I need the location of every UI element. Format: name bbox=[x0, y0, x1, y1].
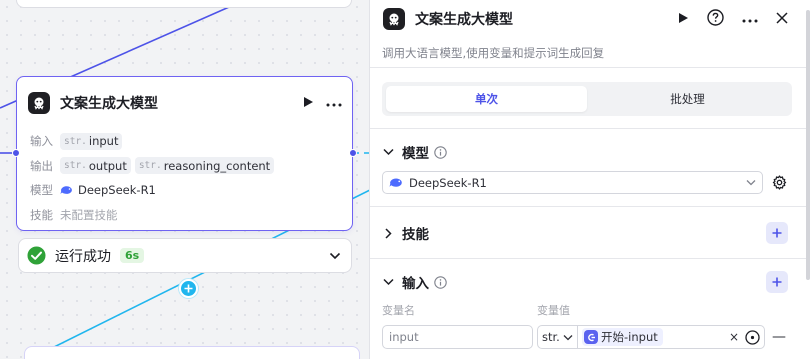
clear-icon[interactable]: × bbox=[729, 330, 739, 344]
run-status-bar[interactable]: 运行成功 6s bbox=[18, 238, 352, 273]
info-icon[interactable] bbox=[434, 275, 447, 289]
ref-node-name: 开始 bbox=[601, 330, 624, 344]
llm-node-icon bbox=[28, 92, 50, 114]
output-label: 输出 bbox=[30, 158, 53, 173]
llm-node-icon bbox=[383, 8, 405, 30]
close-icon[interactable] bbox=[776, 11, 788, 27]
deepseek-whale-icon bbox=[60, 186, 72, 195]
run-node-icon[interactable] bbox=[303, 96, 314, 111]
tab-batch[interactable]: 批处理 bbox=[587, 86, 788, 112]
node-title: 文案生成大模型 bbox=[60, 96, 158, 112]
variable-reference-chip[interactable]: 开始 - input bbox=[582, 328, 663, 346]
model-section-header[interactable]: 模型 bbox=[383, 140, 788, 164]
duration-badge: 6s bbox=[120, 248, 145, 263]
help-icon[interactable] bbox=[707, 9, 724, 29]
chevron-down-icon[interactable] bbox=[329, 252, 341, 260]
input-label: 输入 bbox=[30, 134, 53, 149]
node-input-row: 输入 str. input bbox=[30, 129, 342, 154]
variable-type-select[interactable]: str. bbox=[537, 325, 578, 349]
output-param-tag: str. output bbox=[60, 157, 131, 175]
start-node-icon bbox=[584, 330, 598, 344]
panel-description: 调用大语言模型,使用变量和提示词生成回复 bbox=[382, 46, 605, 60]
gear-icon[interactable] bbox=[772, 175, 787, 190]
previous-node-card[interactable] bbox=[16, 0, 352, 8]
variable-reference-field[interactable]: 开始 - input × bbox=[578, 325, 765, 349]
more-options-icon[interactable] bbox=[742, 12, 758, 26]
add-node-button[interactable] bbox=[179, 279, 198, 298]
skills-section-header[interactable]: 技能 bbox=[383, 221, 788, 245]
column-header-var-name: 变量名 bbox=[382, 304, 415, 317]
chevron-right-icon[interactable] bbox=[383, 227, 394, 239]
node-output-row: 输出 str. output str. reasoning_content bbox=[30, 154, 342, 179]
model-value: DeepSeek-R1 bbox=[78, 183, 156, 198]
model-label: 模型 bbox=[30, 183, 53, 198]
status-text: 运行成功 bbox=[55, 248, 111, 265]
plus-icon bbox=[184, 284, 193, 293]
deepseek-whale-icon bbox=[389, 178, 402, 187]
add-input-button[interactable] bbox=[766, 271, 788, 293]
skills-section-title: 技能 bbox=[402, 227, 429, 243]
model-select-value: DeepSeek-R1 bbox=[409, 175, 487, 190]
add-skill-button[interactable] bbox=[766, 222, 788, 244]
chevron-down-icon bbox=[746, 180, 756, 186]
skill-label: 技能 bbox=[30, 207, 53, 222]
divider bbox=[370, 128, 810, 129]
input-section-header[interactable]: 输入 bbox=[383, 270, 788, 294]
node-input-port[interactable] bbox=[12, 149, 20, 157]
column-header-var-value: 变量值 bbox=[537, 304, 570, 317]
llm-node-card[interactable]: 文案生成大模型 输入 str. input 输出 str. output str. r… bbox=[16, 76, 353, 231]
divider bbox=[370, 206, 810, 207]
remove-input-button[interactable]: — bbox=[772, 329, 786, 345]
model-select[interactable]: DeepSeek-R1 bbox=[382, 171, 763, 194]
panel-scrollbar[interactable] bbox=[806, 10, 810, 280]
run-mode-tabs: 单次 批处理 bbox=[382, 82, 792, 116]
node-model-row: 模型 DeepSeek-R1 bbox=[30, 178, 342, 203]
chevron-down-icon[interactable] bbox=[383, 278, 394, 286]
panel-title[interactable]: 文案生成大模型 bbox=[415, 9, 513, 29]
input-section-title: 输入 bbox=[402, 276, 429, 292]
variable-name-input[interactable] bbox=[382, 325, 533, 349]
success-check-icon bbox=[27, 246, 46, 265]
divider bbox=[370, 258, 810, 259]
node-output-port[interactable] bbox=[349, 149, 357, 157]
workflow-canvas[interactable]: 文案生成大模型 输入 str. input 输出 str. output str. r… bbox=[0, 0, 370, 359]
ref-variable-name: input bbox=[628, 330, 658, 344]
plus-icon bbox=[772, 228, 782, 238]
output-param-tag: str. reasoning_content bbox=[134, 157, 275, 175]
run-node-icon[interactable] bbox=[678, 12, 689, 27]
more-options-icon[interactable] bbox=[326, 96, 342, 110]
plus-icon bbox=[772, 277, 782, 287]
tab-single[interactable]: 单次 bbox=[386, 86, 587, 112]
next-node-card[interactable] bbox=[24, 346, 360, 359]
skill-value: 未配置技能 bbox=[60, 207, 118, 222]
chevron-down-icon bbox=[563, 334, 573, 340]
info-icon[interactable] bbox=[434, 145, 447, 159]
variable-picker-icon[interactable] bbox=[745, 329, 760, 345]
node-skill-row: 技能 未配置技能 bbox=[30, 203, 342, 228]
model-section-title: 模型 bbox=[402, 146, 429, 162]
chevron-down-icon[interactable] bbox=[383, 148, 394, 156]
divider bbox=[370, 67, 810, 68]
variable-type-value: str. bbox=[542, 330, 560, 344]
input-param-tag: str. input bbox=[60, 132, 123, 150]
node-config-panel: 文案生成大模型 调用大语言模型,使用变量和提示词生成回复 单次 批处理 模型 D… bbox=[369, 0, 810, 359]
